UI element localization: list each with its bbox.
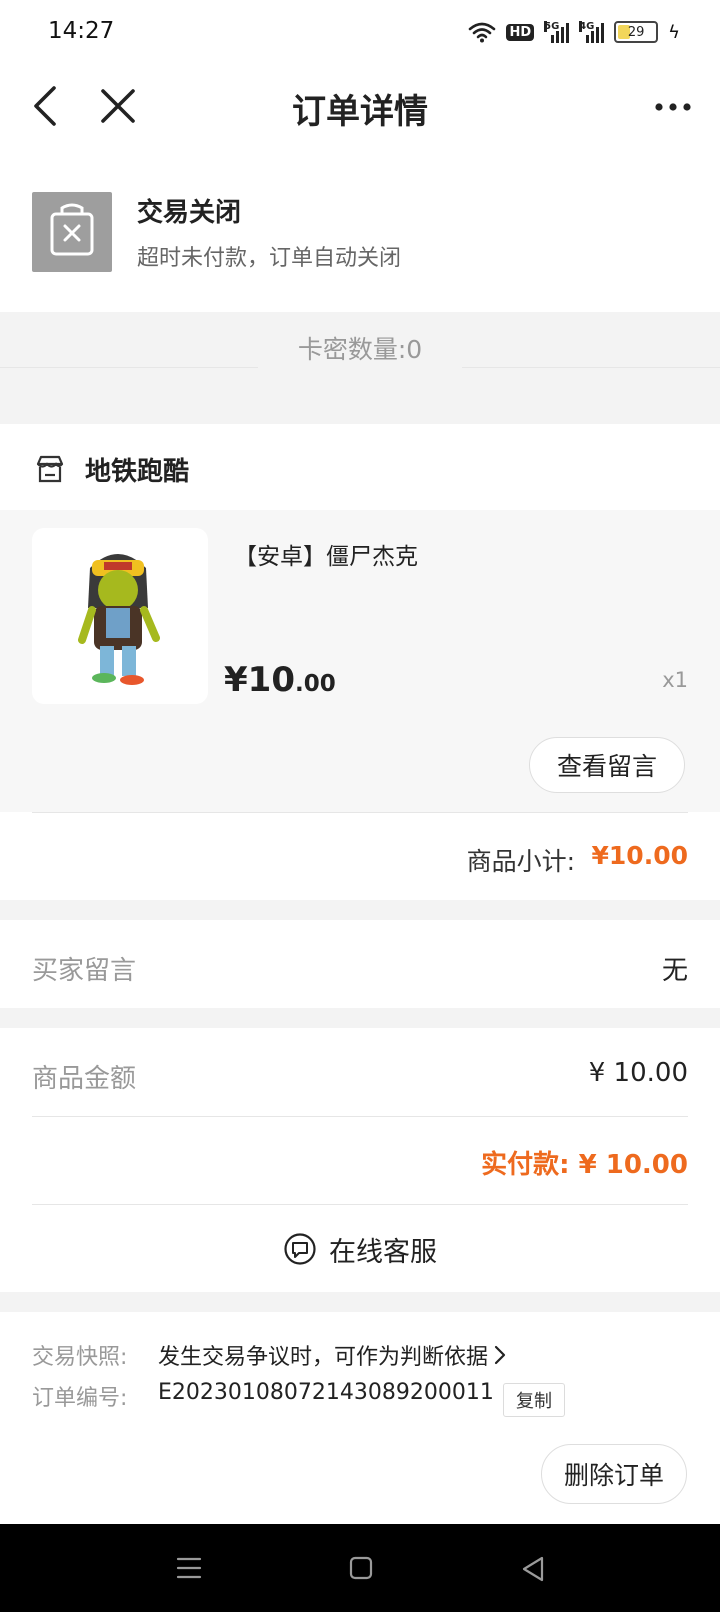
hd-badge: HD (506, 23, 535, 41)
customer-service-label[interactable]: 在线客服 (329, 1230, 437, 1269)
order-status-subtitle: 超时未付款，订单自动关闭 (137, 246, 402, 271)
buyer-message-label: 买家留言 (32, 956, 137, 986)
order-number-label: 订单编号: (32, 1386, 128, 1411)
paid-amount: 实付款: ¥ 10.00 (481, 1150, 688, 1180)
copy-button[interactable]: 复制 (503, 1383, 565, 1417)
signal-5g-label: 5G (544, 21, 560, 32)
wifi-icon (469, 22, 496, 43)
divider (32, 1116, 688, 1117)
delete-order-button[interactable]: 删除订单 (541, 1444, 687, 1504)
order-number-value: E20230108072143089200011 (158, 1380, 494, 1405)
goods-amount-value: ¥ 10.00 (588, 1058, 688, 1088)
signal-5g-icon: 5G (544, 21, 570, 43)
triangle-back-icon[interactable] (520, 1556, 546, 1582)
home-square-icon[interactable] (349, 1556, 373, 1580)
order-status-title: 交易关闭 (137, 198, 242, 228)
card-count: 卡密数量:0 (297, 335, 423, 364)
product-price: ¥10.00 (224, 660, 336, 700)
close-icon[interactable] (100, 88, 136, 124)
buyer-message-value: 无 (661, 956, 688, 986)
goods-amount-label: 商品金额 (32, 1064, 137, 1094)
shop-name[interactable]: 地铁跑酷 (85, 451, 189, 488)
store-icon (36, 455, 64, 483)
snapshot-label: 交易快照: (32, 1345, 128, 1370)
snapshot-link[interactable]: 发生交易争议时，可作为判断依据 (158, 1339, 506, 1371)
chevron-right-icon (494, 1345, 506, 1365)
subtotal-label: 商品小计: (466, 847, 575, 876)
divider (462, 367, 720, 368)
divider (32, 812, 688, 813)
subtotal-value: ¥10.00 (591, 841, 688, 870)
view-message-button[interactable]: 查看留言 (529, 737, 685, 793)
snapshot-value[interactable]: 发生交易争议时，可作为判断依据 (158, 1339, 488, 1371)
customer-service-button[interactable]: 在线客服 (0, 1206, 720, 1292)
more-dots-icon[interactable] (654, 102, 692, 112)
status-icons: HD 5G 4G 29 ϟ (468, 18, 680, 46)
price-decimal: .00 (294, 671, 336, 697)
bolt-icon: ϟ (668, 21, 680, 43)
signal-4g-icon: 4G (579, 21, 605, 43)
chat-bubble-icon (284, 1233, 316, 1265)
battery-level: 29 (627, 24, 645, 40)
price-integer: ¥10 (224, 660, 295, 700)
status-time: 14:27 (48, 18, 115, 44)
divider (0, 367, 258, 368)
divider (32, 1204, 688, 1205)
closed-bag-icon (32, 192, 112, 272)
product-quantity: x1 (662, 668, 688, 692)
zombie-jake-figure[interactable] (32, 528, 208, 704)
signal-4g-label: 4G (579, 21, 595, 32)
product-name[interactable]: 【安卓】僵尸杰克 (234, 537, 418, 571)
chevron-left-icon[interactable] (30, 84, 62, 128)
battery-icon: 29 (614, 21, 659, 43)
menu-icon[interactable] (176, 1556, 202, 1580)
